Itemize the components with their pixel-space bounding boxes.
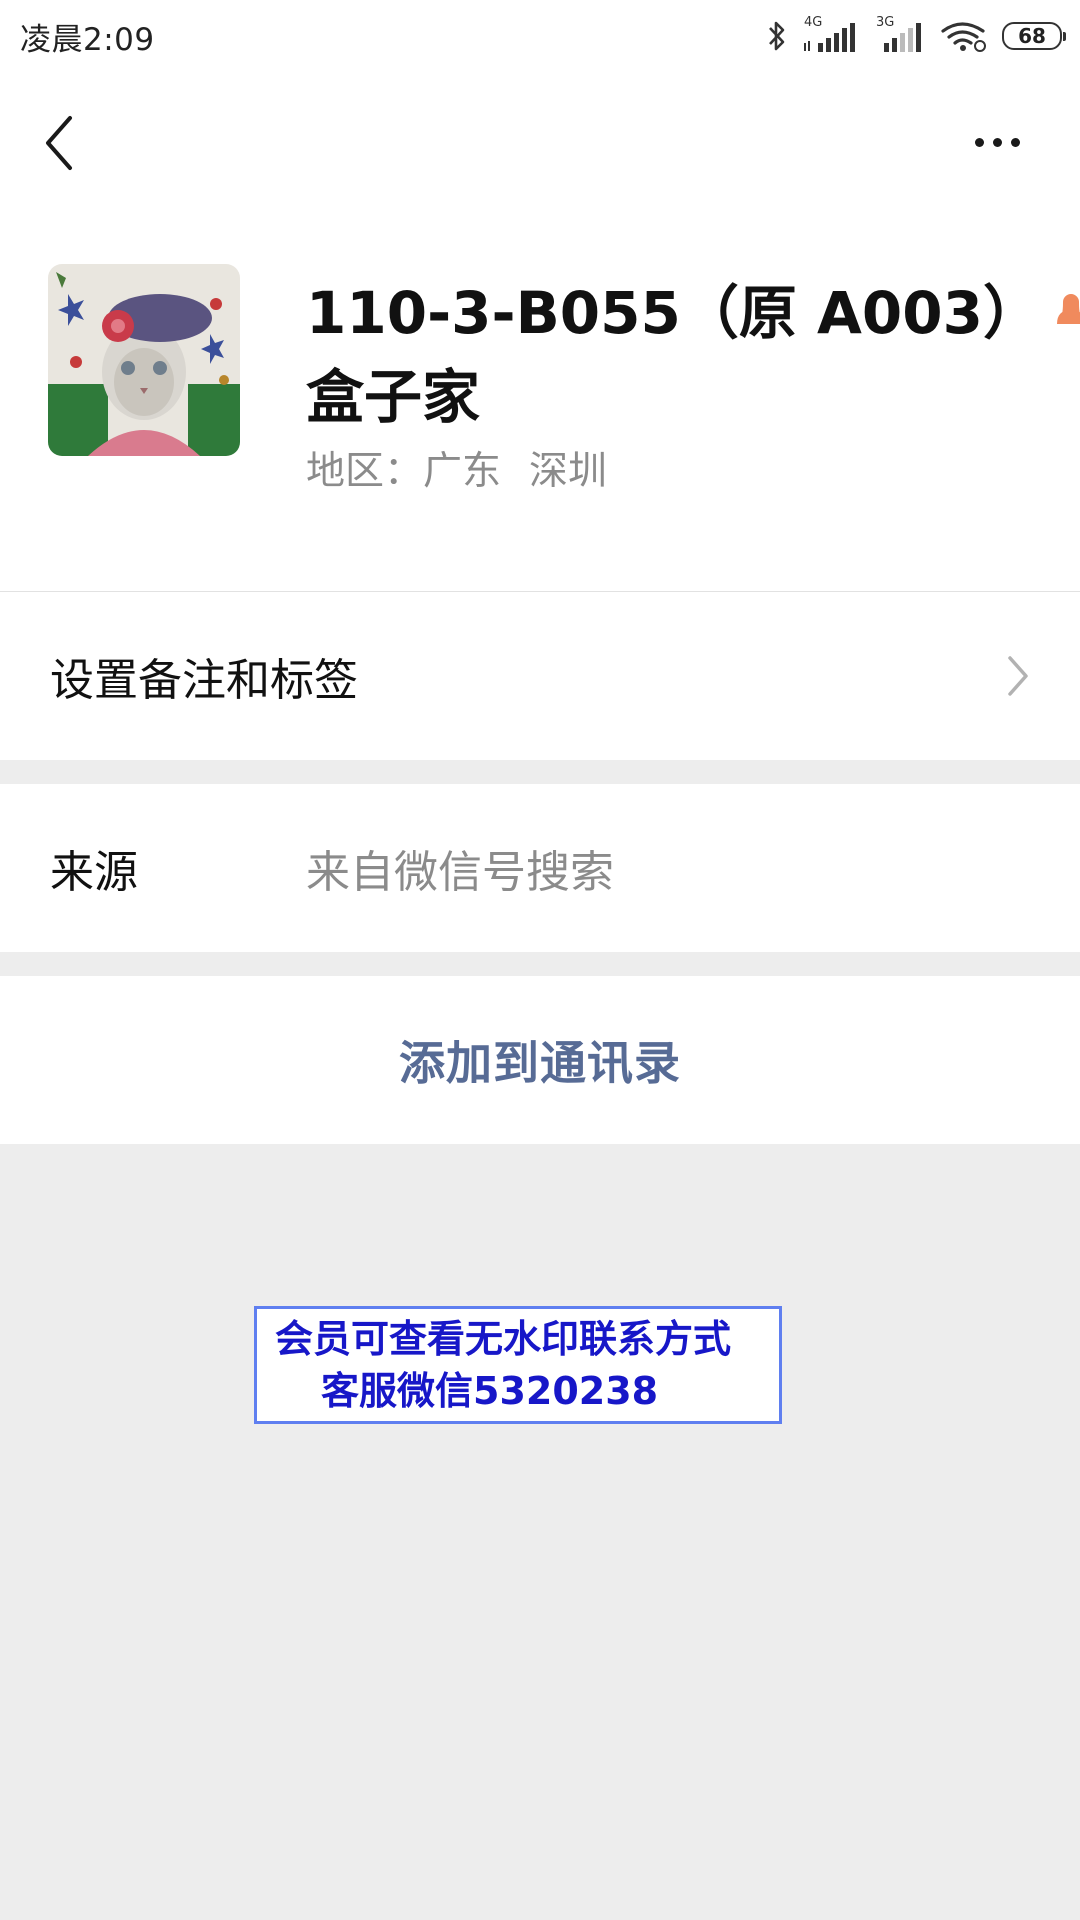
- region-label: 地区：: [306, 449, 424, 494]
- contact-name-continued: 盒子家: [306, 363, 481, 431]
- battery-indicator: 68: [1002, 22, 1066, 50]
- more-dot: [974, 137, 984, 147]
- chevron-right-icon: [1008, 656, 1028, 696]
- set-remark-tags-label: 设置备注和标签: [50, 655, 358, 706]
- region-city: 深圳: [529, 449, 608, 494]
- avatar-image: [48, 264, 240, 456]
- contact-name-line: 110-3-B055（原 A003）: [306, 266, 1080, 350]
- more-button[interactable]: [962, 122, 1032, 162]
- watermark-line1: 会员可查看无水印联系方式: [275, 1317, 732, 1361]
- signal-4g: 4G: [802, 15, 860, 53]
- more-dot: [992, 137, 1002, 147]
- source-key: 来源: [50, 847, 138, 898]
- network-label-4g: 4G: [804, 15, 823, 30]
- watermark-line2: 客服微信5320238: [321, 1369, 659, 1413]
- network-label-3g: 3G: [876, 15, 895, 30]
- watermark-banner: 会员可查看无水印联系方式 客服微信5320238: [254, 1306, 782, 1424]
- status-bar: 凌晨2:09 4G 3G 68: [0, 0, 1080, 72]
- add-to-contacts-button[interactable]: 添加到通讯录: [0, 976, 1080, 1144]
- female-person-icon: [1057, 294, 1080, 324]
- back-button[interactable]: [34, 110, 84, 176]
- region-info: 地区：广东 深圳: [306, 440, 607, 496]
- status-icons: 4G 3G 68: [766, 15, 1066, 53]
- set-remark-tags-row[interactable]: 设置备注和标签: [0, 592, 1080, 760]
- avatar[interactable]: [48, 264, 240, 456]
- region-province: 广东: [423, 449, 502, 494]
- more-dot: [1010, 137, 1020, 147]
- status-time: 凌晨2:09: [20, 21, 155, 58]
- contact-name: 110-3-B055（原 A003）: [306, 279, 1041, 347]
- signal-3g: 3G: [874, 15, 926, 53]
- bluetooth-icon: [769, 21, 785, 51]
- chevron-left-icon: [46, 116, 72, 170]
- wifi-icon: [941, 22, 986, 52]
- source-row: 来源 来自微信号搜索: [0, 784, 1080, 952]
- source-value: 来自微信号搜索: [306, 847, 614, 898]
- add-to-contacts-label: 添加到通讯录: [399, 1036, 681, 1090]
